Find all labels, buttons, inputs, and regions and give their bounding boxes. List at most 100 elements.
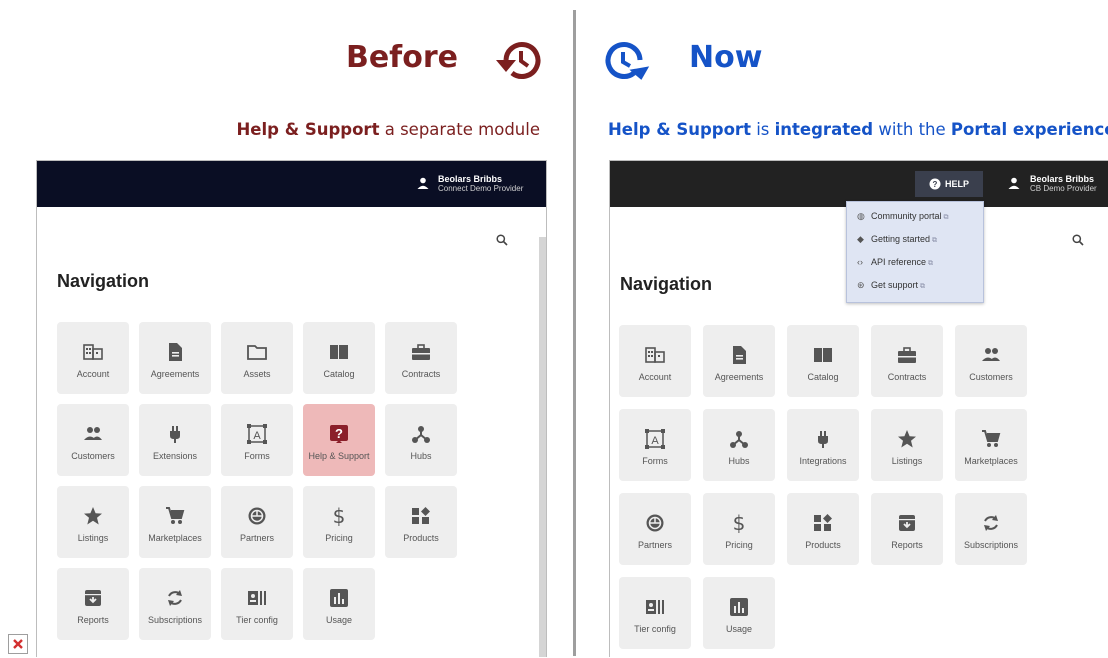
svg-text:$: $ — [333, 506, 346, 526]
partners-icon — [248, 507, 266, 525]
nav-tile-listings[interactable]: Listings — [57, 486, 129, 558]
reports-icon — [85, 590, 101, 606]
before-user-menu[interactable]: Beolars Bribbs Connect Demo Provider — [438, 174, 523, 194]
now-title: Now — [689, 40, 763, 75]
help-circle-icon: ? — [929, 178, 941, 190]
update-icon — [605, 42, 650, 80]
nav-tile-label: Pricing — [725, 540, 753, 550]
help-menu-getting-started[interactable]: ◆ Getting started ⧉ — [857, 234, 937, 245]
nav-tile-label: Marketplaces — [964, 456, 1018, 466]
svg-text:A: A — [651, 435, 659, 447]
svg-text:$: $ — [733, 513, 746, 533]
nav-tile-pricing[interactable]: $ Pricing — [703, 493, 775, 565]
nav-tile-products[interactable]: Products — [787, 493, 859, 565]
nav-tile-reports[interactable]: Reports — [57, 568, 129, 640]
nav-tile-usage[interactable]: Usage — [703, 577, 775, 649]
nav-tile-partners[interactable]: Partners — [619, 493, 691, 565]
external-link-icon: ⧉ — [932, 237, 938, 244]
partners-icon — [646, 514, 664, 532]
help-dropdown-menu: ◍ Community portal ⧉ ◆ Getting started ⧉ ‹› A… — [846, 201, 984, 303]
external-link-icon: ⧉ — [920, 283, 926, 290]
nav-tile-agreements[interactable]: Agreements — [139, 322, 211, 394]
nav-tile-label: Catalog — [323, 369, 355, 379]
nav-tile-agreements[interactable]: Agreements — [703, 325, 775, 397]
nav-tile-label: Help & Support — [308, 451, 370, 461]
nav-tile-contracts[interactable]: Contracts — [871, 325, 943, 397]
nav-tile-label: Partners — [637, 540, 672, 550]
pricing-icon: $ — [733, 513, 746, 533]
help-menu-get-support[interactable]: ⊛ Get support ⧉ — [857, 280, 925, 291]
nav-tile-marketplaces[interactable]: Marketplaces — [139, 486, 211, 558]
nav-tile-label: Assets — [243, 369, 271, 379]
center-divider — [573, 10, 576, 656]
external-link-icon: ⧉ — [928, 260, 934, 267]
nav-tile-customers[interactable]: Customers — [955, 325, 1027, 397]
customers-icon — [982, 348, 1000, 361]
nav-tile-label: Pricing — [325, 533, 353, 543]
nav-tile-label: Account — [638, 372, 672, 382]
before-navigation-heading: Navigation — [57, 271, 150, 291]
forms-icon: A — [645, 429, 665, 449]
school-icon: ◆ — [857, 234, 864, 244]
nav-tile-hubs[interactable]: Hubs — [385, 404, 457, 476]
nav-tile-label: Marketplaces — [148, 533, 202, 543]
nav-tile-label: Hubs — [728, 456, 750, 466]
integrations-icon — [818, 431, 828, 448]
agreements-icon — [733, 346, 746, 364]
svg-text:?: ? — [335, 426, 343, 441]
help-button[interactable]: ? HELP — [915, 171, 983, 197]
tier-config-icon — [646, 600, 664, 614]
nav-tile-tier-config[interactable]: Tier config — [221, 568, 293, 640]
contracts-icon — [898, 347, 916, 363]
hubs-icon — [730, 431, 748, 448]
nav-tile-partners[interactable]: Partners — [221, 486, 293, 558]
agreements-icon — [169, 343, 182, 361]
svg-text:?: ? — [933, 180, 938, 189]
reports-icon — [899, 515, 915, 531]
nav-tile-reports[interactable]: Reports — [871, 493, 943, 565]
nav-tile-account[interactable]: Account — [57, 322, 129, 394]
nav-tile-contracts[interactable]: Contracts — [385, 322, 457, 394]
nav-tile-subscriptions[interactable]: Subscriptions — [139, 568, 211, 640]
nav-tile-extensions[interactable]: Extensions — [139, 404, 211, 476]
catalog-icon — [814, 348, 832, 362]
help-menu-community-portal[interactable]: ◍ Community portal ⧉ — [857, 211, 949, 222]
nav-tile-help-and-support[interactable]: ? Help & Support — [303, 404, 375, 476]
listings-icon — [898, 430, 916, 448]
nav-tile-account[interactable]: Account — [619, 325, 691, 397]
now-user-menu[interactable]: Beolars Bribbs CB Demo Provider — [1030, 174, 1097, 194]
nav-tile-marketplaces[interactable]: Marketplaces — [955, 409, 1027, 481]
nav-tile-label: Products — [403, 533, 439, 543]
nav-tile-catalog[interactable]: Catalog — [303, 322, 375, 394]
nav-tile-subscriptions[interactable]: Subscriptions — [955, 493, 1027, 565]
support-icon: ⊛ — [857, 280, 865, 290]
nav-tile-label: Customers — [71, 451, 115, 461]
help-menu-api-reference[interactable]: ‹› API reference ⧉ — [857, 257, 933, 268]
now-portal-frame: ? HELP Beolars Bribbs CB Demo Provider N… — [609, 160, 1108, 657]
nav-tile-label: Reports — [77, 615, 109, 625]
pricing-icon: $ — [333, 506, 346, 526]
nav-tile-label: Integrations — [799, 456, 847, 466]
nav-tile-pricing[interactable]: $ Pricing — [303, 486, 375, 558]
nav-tile-forms[interactable]: A Forms — [221, 404, 293, 476]
nav-tile-products[interactable]: Products — [385, 486, 457, 558]
nav-tile-integrations[interactable]: Integrations — [787, 409, 859, 481]
contracts-icon — [412, 344, 430, 360]
account-icon — [83, 344, 103, 360]
nav-tile-forms[interactable]: A Forms — [619, 409, 691, 481]
search-icon[interactable] — [1072, 234, 1084, 246]
nav-tile-hubs[interactable]: Hubs — [703, 409, 775, 481]
nav-tile-listings[interactable]: Listings — [871, 409, 943, 481]
nav-tile-label: Reports — [891, 540, 923, 550]
svg-text:A: A — [253, 430, 261, 442]
search-icon[interactable] — [496, 234, 508, 246]
nav-tile-tier-config[interactable]: Tier config — [619, 577, 691, 649]
nav-tile-customers[interactable]: Customers — [57, 404, 129, 476]
nav-tile-label: Usage — [725, 624, 752, 634]
nav-tile-catalog[interactable]: Catalog — [787, 325, 859, 397]
before-scrollbar[interactable] — [539, 237, 546, 657]
nav-tile-usage[interactable]: Usage — [303, 568, 375, 640]
products-icon — [412, 507, 430, 524]
nav-tile-assets[interactable]: Assets — [221, 322, 293, 394]
help-button-label: HELP — [945, 179, 970, 189]
